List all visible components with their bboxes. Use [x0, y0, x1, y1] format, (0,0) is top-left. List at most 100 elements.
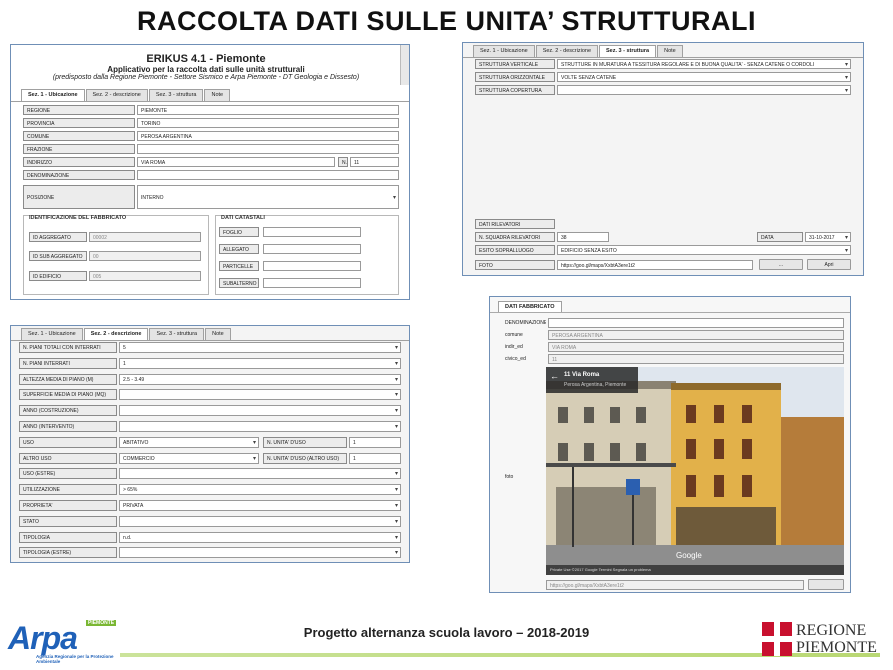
slide-title: RACCOLTA DATI SULLE UNITA’ STRUTTURALI	[137, 6, 756, 36]
project-text: Progetto alternanza scuola lavoro – 2018…	[303, 625, 590, 640]
browse-button[interactable]: ...	[759, 259, 803, 270]
foglio-field[interactable]	[263, 227, 361, 237]
open-button[interactable]: Apri	[807, 259, 851, 270]
tab-note[interactable]: Note	[204, 89, 231, 101]
descrizione-row-select[interactable]: 5	[119, 342, 401, 353]
tab-struttura[interactable]: Sez. 3 - struttura	[148, 89, 204, 101]
id-aggregato-label: ID AGGREGATO	[29, 232, 87, 242]
comune-field[interactable]: PEROSA ARGENTINA	[137, 131, 399, 141]
streetview-photo[interactable]: ← 11 Via Roma Perosa Argentina, Piemonte…	[546, 367, 844, 575]
unita-uso-field[interactable]: 1	[349, 452, 401, 464]
tab-note[interactable]: Note	[205, 328, 231, 340]
descrizione-row-select[interactable]	[119, 421, 401, 432]
foto-label: foto	[505, 474, 514, 480]
identificazione-title: IDENTIFICAZIONE DEL FABBRICATO	[29, 215, 127, 221]
tab-descrizione[interactable]: Sez. 2 - descrizione	[535, 45, 599, 57]
civico-field[interactable]: 11	[548, 354, 844, 364]
regione-piemonte-logo: REGIONE PIEMONTE	[762, 620, 888, 658]
struttura-copertura-select[interactable]	[557, 85, 851, 95]
subalterno-field[interactable]	[263, 278, 361, 288]
google-watermark: Google	[676, 551, 702, 560]
foglio-label: FOGLIO	[219, 227, 259, 237]
header-scrollbar[interactable]	[400, 45, 409, 85]
tab-bar: Sez. 1 - Ubicazione Sez. 2 - descrizione…	[11, 326, 409, 341]
streetview-address-box: ← 11 Via Roma Perosa Argentina, Piemonte	[546, 367, 638, 393]
tab-descrizione[interactable]: Sez. 2 - descrizione	[85, 89, 148, 101]
app-header: ERIKUS 4.1 - Piemonte Applicativo per la…	[11, 45, 401, 85]
descrizione-row-label: TIPOLOGIA (ESTRE)	[19, 547, 117, 559]
tab-ubicazione[interactable]: Sez. 1 - Ubicazione	[21, 328, 83, 340]
frazione-label: FRAZIONE	[23, 144, 135, 154]
descrizione-row-label: TIPOLOGIA	[19, 531, 117, 543]
struttura-verticale-select[interactable]: STRUTTURE IN MURATURA A TESSITURA REGOLA…	[557, 59, 851, 69]
indirizzo-field[interactable]: VIA ROMA	[137, 157, 335, 167]
descrizione-row-select[interactable]	[119, 389, 401, 401]
id-edificio-label: ID EDIFICIO	[29, 271, 87, 281]
id-sub-aggregato-field[interactable]: 00	[89, 251, 201, 261]
descrizione-row-select[interactable]	[119, 547, 401, 559]
erikus-descrizione-window: Sez. 1 - Ubicazione Sez. 2 - descrizione…	[10, 325, 410, 563]
tab-descrizione[interactable]: Sez. 2 - descrizione	[83, 328, 149, 340]
descrizione-row-select[interactable]: ABITATIVO	[119, 436, 259, 448]
descrizione-row-select[interactable]	[119, 405, 401, 417]
regione-line1: REGIONE	[796, 622, 867, 639]
provincia-field[interactable]: TORINO	[137, 118, 399, 128]
descrizione-row-select[interactable]: > 65%	[119, 484, 401, 496]
descrizione-row-label: USO	[19, 436, 117, 448]
civico-label: civico_ed	[505, 356, 526, 362]
squadra-label: N. SQUADRA RILEVATORI	[475, 232, 555, 242]
denominazione-label: DENOMINAZIONE	[23, 170, 135, 180]
descrizione-row-select[interactable]: n.d.	[119, 531, 401, 543]
tab-note[interactable]: Note	[657, 45, 683, 57]
dati-rilevatori-label: DATI RILEVATORI	[475, 219, 555, 229]
tab-struttura[interactable]: Sez. 3 - struttura	[599, 45, 657, 57]
indir-field[interactable]: VIA ROMA	[548, 342, 844, 352]
tab-struttura[interactable]: Sez. 3 - struttura	[149, 328, 205, 340]
struttura-orizzontale-select[interactable]: VOLTE SENZA CATENE	[557, 72, 851, 82]
back-arrow-icon[interactable]: ←	[550, 371, 559, 381]
descrizione-row-select[interactable]	[119, 515, 401, 527]
descrizione-row-select[interactable]	[119, 468, 401, 480]
denominazione-field[interactable]	[137, 170, 399, 180]
posizione-select[interactable]: INTERNO	[137, 185, 399, 209]
tab-ubicazione[interactable]: Sez. 1 - Ubicazione	[473, 45, 535, 57]
app-title: ERIKUS 4.1 - Piemonte	[146, 53, 266, 65]
regione-field[interactable]: PIEMONTE	[137, 105, 399, 115]
tab-bar: Sez. 1 - Ubicazione Sez. 2 - descrizione…	[463, 43, 863, 58]
indir-label: indir_ed	[505, 344, 523, 350]
streetview-locality: Perosa Argentina, Piemonte	[564, 382, 627, 388]
provincia-label: PROVINCIA	[23, 118, 135, 128]
tab-ubicazione[interactable]: Sez. 1 - Ubicazione	[21, 89, 85, 101]
particelle-field[interactable]	[263, 261, 361, 271]
app-note: (predisposto dalla Regione Piemonte - Se…	[52, 74, 360, 81]
foto-url-field[interactable]: https://goo.gl/maps/XxbtA3ere1t2	[557, 260, 753, 270]
comune-label: comune	[505, 332, 523, 338]
descrizione-row-select[interactable]: COMMERCIO	[119, 452, 259, 464]
descrizione-row-label: ANNO (COSTRUZIONE)	[19, 405, 117, 417]
foto-label: FOTO	[475, 260, 555, 270]
app-subtitle: Applicativo per la raccolta dati sulle u…	[107, 65, 305, 74]
denominazione-label: DENOMINAZIONE	[505, 320, 546, 326]
id-aggregato-field[interactable]: 00002	[89, 232, 201, 242]
struttura-copertura-label: STRUTTURA COPERTURA	[475, 85, 555, 95]
comune-field[interactable]: PEROSA ARGENTINA	[548, 330, 844, 340]
descrizione-row-select[interactable]: 2.5 - 3.49	[119, 373, 401, 385]
esito-label: ESITO SOPRALLUOGO	[475, 245, 555, 255]
descrizione-row-select[interactable]: 1	[119, 357, 401, 369]
regione-label: REGIONE	[23, 105, 135, 115]
numero-field[interactable]: 11	[350, 157, 399, 167]
esito-select[interactable]: EDIFICIO SENZA ESITO	[557, 245, 851, 255]
open-button[interactable]	[808, 579, 844, 590]
catastali-title: DATI CATASTALI	[221, 215, 265, 221]
denominazione-field[interactable]	[548, 318, 844, 328]
streetview-footer: Private Use ©2017 Google Termini Segnala…	[546, 565, 844, 575]
data-picker[interactable]: 31-10-2017	[805, 232, 851, 242]
allegato-field[interactable]	[263, 244, 361, 254]
unita-uso-field[interactable]: 1	[349, 436, 401, 448]
descrizione-row-select[interactable]: PRIVATA	[119, 500, 401, 511]
frazione-field[interactable]	[137, 144, 399, 154]
squadra-field[interactable]: 38	[557, 232, 609, 242]
id-edificio-field[interactable]: 005	[89, 271, 201, 281]
foto-url-field[interactable]: https://goo.gl/maps/XxbtA3ere1t2	[546, 580, 804, 590]
comune-label: COMUNE	[23, 131, 135, 141]
